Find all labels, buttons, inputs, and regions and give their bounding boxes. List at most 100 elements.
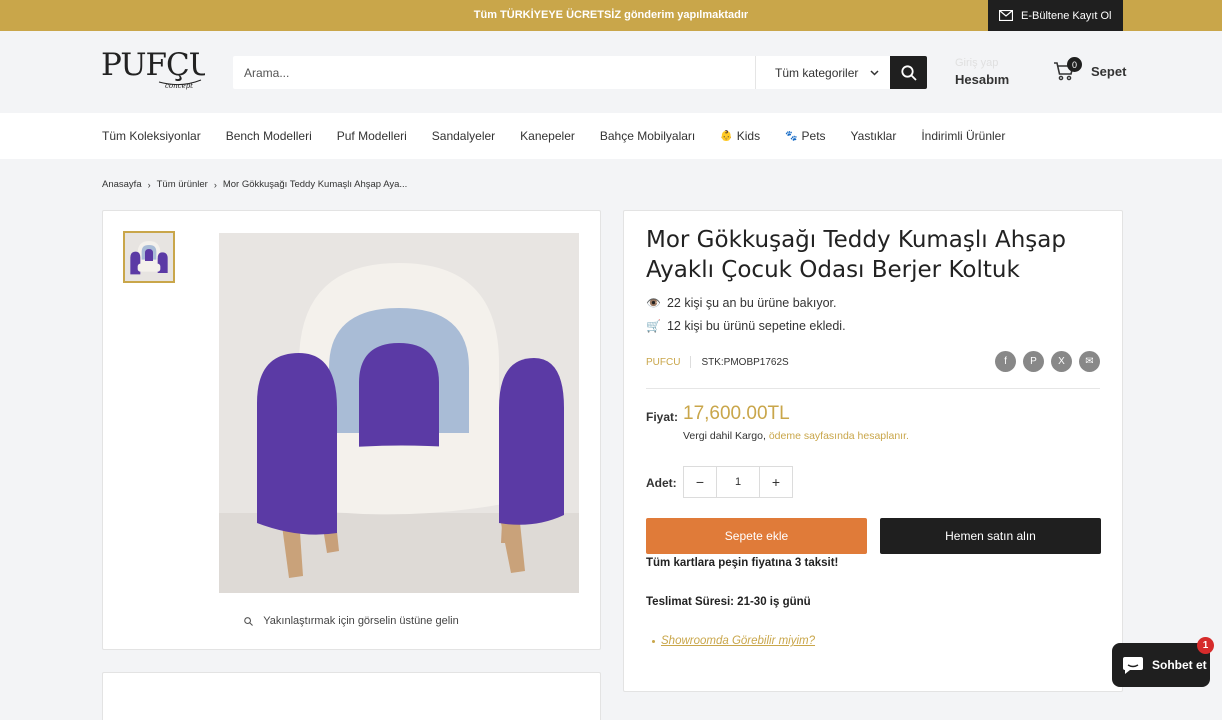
description-card [102, 672, 601, 720]
showroom-link[interactable]: Showroomda Görebilir miyim? [661, 635, 815, 647]
share-buttons: f P X ✉ [995, 351, 1100, 372]
cart-label: Sepet [1091, 63, 1127, 79]
product-thumbnail-image [125, 233, 173, 281]
nav-item-label: İndirimli Ürünler [921, 129, 1006, 143]
nav-item-tum-koleksiyonlar[interactable]: Tüm Koleksiyonlar [102, 129, 201, 143]
tax-note: Vergi dahil Kargo, ödeme sayfasında hesa… [683, 430, 909, 442]
chat-label: Sohbet et [1152, 658, 1207, 672]
search-divider [755, 56, 756, 89]
price-label: Fiyat: [646, 410, 679, 424]
logo-mark: PUFÇU concept [101, 47, 215, 90]
product-gallery: Yakınlaştırmak için görselin üstüne geli… [102, 210, 601, 650]
viewers-notice: 👁️ 22 kişi şu an bu ürüne bakıyor. [646, 296, 837, 310]
nav-item-label: Tüm Koleksiyonlar [102, 129, 201, 143]
search-bar: Tüm kategoriler [233, 56, 927, 89]
logo[interactable]: PUFÇU concept [101, 44, 215, 92]
nav-item-yastiklar[interactable]: Yastıklar [851, 129, 897, 143]
chevron-right-icon: › [147, 179, 151, 190]
facebook-icon[interactable]: f [995, 351, 1016, 372]
buy-now-button[interactable]: Hemen satın alın [880, 518, 1101, 554]
zoom-hint-text: Yakınlaştırmak için görselin üstüne geli… [263, 615, 459, 627]
add-to-cart-button[interactable]: Sepete ekle [646, 518, 867, 554]
baby-icon: 👶 [720, 130, 733, 142]
armchair-image [219, 233, 579, 593]
newsletter-button[interactable]: E-Bültene Kayıt Ol [988, 0, 1123, 31]
nav-item-label: Kids [736, 129, 761, 143]
carted-notice: 🛒 12 kişi bu ürünü sepetine ekledi. [646, 319, 846, 333]
chat-notification-badge: 1 [1197, 637, 1214, 654]
breadcrumb: Anasayfa › Tüm ürünler › Mor Gökkuşağı T… [102, 179, 407, 190]
cart-emoji-icon: 🛒 [646, 319, 661, 333]
nav-item-label: Puf Modelleri [336, 129, 407, 143]
paw-icon: 🐾 [785, 130, 798, 142]
zoom-icon [244, 616, 254, 626]
quantity-input[interactable]: 1 [716, 467, 760, 497]
product-meta: PUFCU STK:PMOBP1762S [646, 356, 789, 368]
newsletter-label: E-Bültene Kayıt Ol [1021, 9, 1112, 22]
account-link[interactable]: Giriş yap Hesabım [955, 57, 1009, 87]
eye-icon: 👁️ [646, 296, 661, 310]
breadcrumb-home[interactable]: Anasayfa [102, 179, 142, 190]
nav-item-label: Sandalyeler [431, 129, 496, 143]
zoom-hint: Yakınlaştırmak için görselin üstüne geli… [103, 615, 600, 627]
decrease-quantity-button[interactable]: − [684, 467, 716, 497]
product-info-card: Mor Gökkuşağı Teddy Kumaşlı Ahşap Ayaklı… [623, 210, 1123, 692]
announcement-bar: Tüm TÜRKİYEYE ÜCRETSİZ gönderim yapılmak… [0, 0, 1222, 31]
shipping-link[interactable]: ödeme sayfasında hesaplanır. [769, 430, 909, 442]
search-button[interactable] [890, 56, 927, 89]
viewers-text: 22 kişi şu an bu ürüne bakıyor. [666, 296, 837, 310]
email-share-icon[interactable]: ✉ [1079, 351, 1100, 372]
nav-item-pets[interactable]: 🐾 Pets [785, 129, 825, 143]
category-select[interactable]: Tüm kategoriler [775, 66, 879, 80]
chevron-right-icon: › [213, 179, 217, 190]
meta-divider [690, 356, 692, 368]
nav-item-label: Pets [801, 129, 826, 143]
twitter-x-icon[interactable]: X [1051, 351, 1072, 372]
mail-icon [999, 10, 1013, 21]
category-select-label: Tüm kategoriler [775, 66, 859, 80]
pinterest-icon[interactable]: P [1023, 351, 1044, 372]
chevron-down-icon [870, 70, 879, 76]
vendor-link[interactable]: PUFCU [646, 357, 680, 368]
svg-text:concept: concept [165, 82, 193, 90]
product-price: 17,600.00TL [683, 403, 790, 424]
breadcrumb-current: Mor Gökkuşağı Teddy Kumaşlı Ahşap Aya... [222, 179, 408, 190]
account-login-text: Giriş yap [955, 57, 999, 69]
nav-item-sandalyeler[interactable]: Sandalyeler [432, 129, 495, 143]
gallery-thumbnail[interactable] [123, 231, 175, 283]
delivery-time: Teslimat Süresi: 21-30 iş günü [646, 596, 811, 608]
nav-item-label: Bahçe Mobilyaları [599, 129, 696, 143]
bullet-icon [652, 639, 655, 643]
sku-text: STK:PMOBP1762S [701, 356, 789, 368]
product-title: Mor Gökkuşağı Teddy Kumaşlı Ahşap Ayaklı… [646, 227, 1066, 283]
nav-item-label: Kanepeler [520, 129, 575, 143]
quantity-label: Adet: [646, 476, 677, 490]
nav-item-indirimli-urunler[interactable]: İndirimli Ürünler [921, 129, 1005, 143]
header: PUFÇU concept Tüm kategoriler Giriş yap … [0, 31, 1222, 113]
showroom-link-item[interactable]: Showroomda Görebilir miyim? [652, 635, 815, 647]
nav-item-puf-modelleri[interactable]: Puf Modelleri [337, 129, 407, 143]
nav-item-bahce-mobilyalari[interactable]: Bahçe Mobilyaları [600, 129, 695, 143]
product-main-image[interactable] [219, 233, 579, 593]
cart-count-badge: 0 [1067, 57, 1082, 72]
chat-bubble-icon [1123, 657, 1143, 674]
nav-item-label: Bench Modelleri [225, 129, 312, 143]
search-icon [900, 64, 917, 81]
increase-quantity-button[interactable]: + [760, 467, 792, 497]
nav-item-kids[interactable]: 👶 Kids [720, 129, 760, 143]
svg-text:PUFÇU: PUFÇU [101, 47, 205, 83]
nav-item-bench-modelleri[interactable]: Bench Modelleri [226, 129, 312, 143]
nav-item-label: Yastıklar [850, 129, 897, 143]
cart-link[interactable]: 0 Sepet [1053, 57, 1127, 81]
account-label: Hesabım [955, 72, 1010, 87]
quantity-stepper: − 1 + [683, 466, 793, 498]
divider [646, 388, 1100, 389]
tax-note-text: Vergi dahil Kargo, [683, 430, 766, 442]
installment-note: Tüm kartlara peşin fiyatına 3 taksit! [646, 557, 839, 569]
breadcrumb-all-products[interactable]: Tüm ürünler [157, 179, 208, 190]
chat-button[interactable]: Sohbet et [1112, 643, 1210, 687]
nav-item-kanepeler[interactable]: Kanepeler [520, 129, 575, 143]
search-input[interactable] [233, 56, 755, 89]
main-nav: Tüm Koleksiyonlar Bench Modelleri Puf Mo… [0, 113, 1222, 159]
carted-text: 12 kişi bu ürünü sepetine ekledi. [666, 319, 846, 333]
